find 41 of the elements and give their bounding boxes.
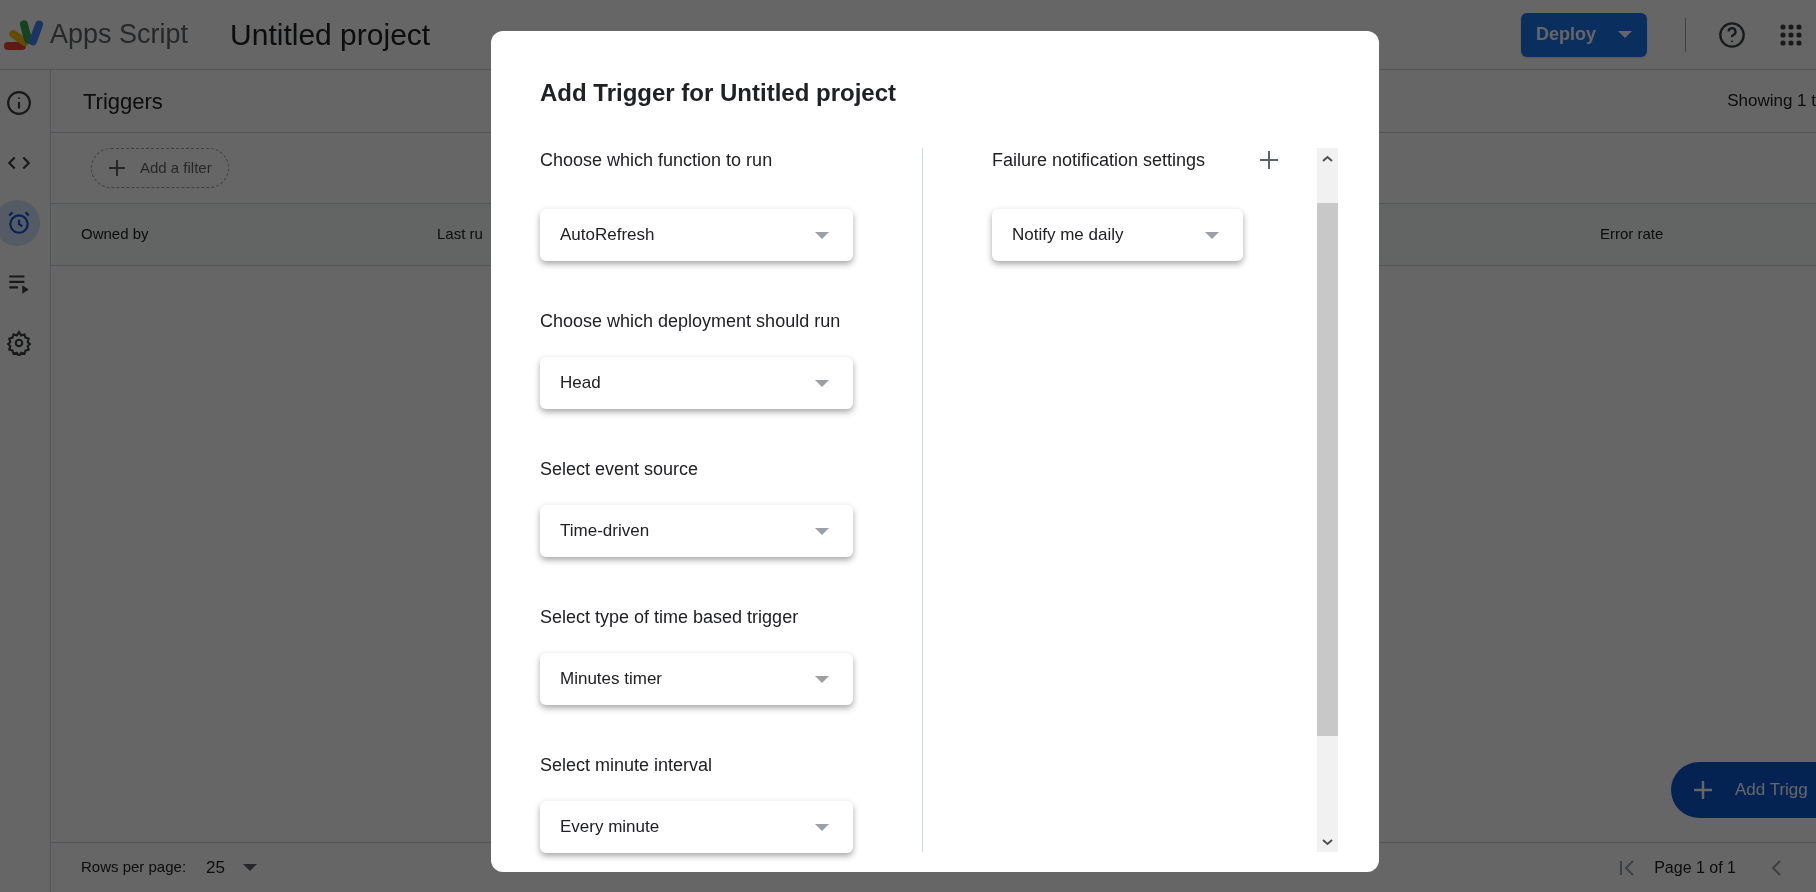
caret-icon [815,379,829,387]
scrollbar[interactable] [1317,148,1338,852]
dropdown[interactable]: Minutes timer [540,653,853,705]
caret-icon [815,231,829,239]
dropdown[interactable]: Time-driven [540,505,853,557]
rows-per-page-label: Rows per page: [81,857,187,878]
info-icon [6,90,32,116]
plus-icon [1693,780,1713,800]
caret-icon [243,864,257,871]
dropdown[interactable]: AutoRefresh [540,209,853,261]
project-title: Untitled project [230,17,431,53]
field-label: Select minute interval [540,754,714,777]
column-header: Last ru [437,224,483,245]
column-header: Owned by [81,224,150,245]
dropdown[interactable]: Notify me daily [992,209,1243,261]
plus-icon[interactable] [1259,150,1279,170]
field-label: Choose which deployment should run [540,310,842,333]
field-label: Select type of time based trigger [540,606,800,629]
caret-icon [815,527,829,535]
sidebar-item[interactable] [0,200,40,246]
caret-icon [1618,31,1632,38]
help-icon[interactable] [1718,20,1746,49]
plus-icon [108,159,126,177]
settings-icon [6,330,32,356]
caret-icon [815,823,829,831]
caret-icon [1205,231,1219,239]
column-header: Error rate [1600,224,1665,245]
pagination-text: Page 1 of 1 [1654,857,1736,878]
apps-script-logo [2,17,46,52]
showing-count: Showing 1 t [1727,90,1816,113]
field-label: Choose which function to run [540,149,774,172]
apps-grid-icon[interactable] [1780,23,1802,46]
caret-icon [815,675,829,683]
dropdown[interactable]: Head [540,357,853,409]
dialog-title: Add Trigger for Untitled project [540,79,897,107]
field-label: Select event source [540,458,700,481]
app-name: Apps Script [50,18,189,52]
page-title: Triggers [83,87,163,116]
dropdown[interactable]: Every minute [540,801,853,853]
field-label: Failure notification settings [992,149,1206,172]
alarm-clock-icon [6,210,32,236]
